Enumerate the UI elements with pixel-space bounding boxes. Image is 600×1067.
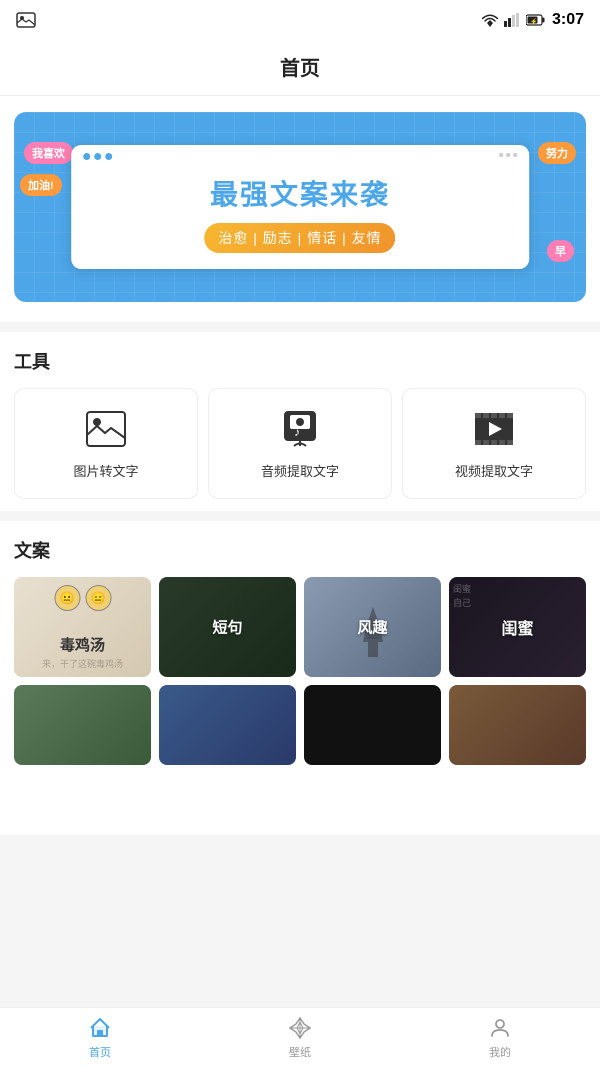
tag-zao: 早 (547, 240, 574, 262)
video-icon (472, 407, 516, 451)
tag-jiayou: 加油! (20, 174, 62, 196)
status-right: ⚡ 3:07 (482, 11, 584, 29)
image-icon (84, 407, 128, 451)
nav-wallpaper-label: 壁纸 (289, 1044, 311, 1060)
user-icon (487, 1015, 513, 1041)
copy-item-row2-4[interactable] (449, 685, 586, 765)
bottom-nav: 首页 壁纸 我的 (0, 1007, 600, 1067)
wifi-icon (482, 13, 498, 27)
copy-item-paris-bg: 风趣 (304, 577, 441, 677)
copy-item-moji-bg: 😐 😑 毒鸡汤 来，干了这碗毒鸡汤 (14, 577, 151, 677)
deco-text-moji: 来，干了这碗毒鸡汤 (18, 658, 147, 671)
tools-section-title: 工具 (14, 348, 586, 374)
svg-text:♪: ♪ (294, 425, 300, 439)
page-header: 首页 (0, 40, 600, 96)
page-title: 首页 (280, 58, 320, 80)
banner-card-menu (499, 153, 517, 157)
status-time: 3:07 (552, 11, 584, 29)
nav-home-label: 首页 (89, 1044, 111, 1060)
svg-text:⚡: ⚡ (530, 18, 537, 26)
tag-xihuan: 我喜欢 (24, 142, 73, 164)
tool-audio2text[interactable]: ♪ 音频提取文字 (208, 388, 392, 499)
copy-item-row2-1[interactable] (14, 685, 151, 765)
copy-item-dujizhuguan[interactable]: 😐 😑 毒鸡汤 来，干了这碗毒鸡汤 (14, 577, 151, 677)
photo-icon (16, 12, 36, 28)
signal-icon (504, 13, 520, 27)
audio-icon: ♪ (278, 407, 322, 451)
banner-sub-text: 治愈 | 励志 | 情话 | 友情 (204, 223, 395, 253)
wallpaper-icon (287, 1015, 313, 1041)
face2: 😑 (85, 585, 111, 611)
tool-img2text[interactable]: 图片转文字 (14, 388, 198, 499)
copy-item-duanju[interactable]: 短句 (159, 577, 296, 677)
nav-wallpaper[interactable]: 壁纸 (200, 1008, 400, 1067)
status-bar: ⚡ 3:07 (0, 0, 600, 40)
tools-grid: 图片转文字 ♪ 音频提取文字 (14, 388, 586, 499)
face1: 😐 (54, 585, 80, 611)
tool-audio2text-label: 音频提取文字 (261, 461, 339, 480)
tool-img2text-label: 图片转文字 (73, 461, 138, 480)
nav-mine-label: 我的 (489, 1044, 511, 1060)
copy-item-fengqu[interactable]: 风趣 (304, 577, 441, 677)
copywriting-section-title: 文案 (14, 537, 586, 563)
home-icon (87, 1015, 113, 1041)
battery-icon: ⚡ (526, 14, 546, 26)
moji-faces: 😐 😑 (54, 585, 111, 611)
guimi-bg-text: 闺蜜自己 (453, 583, 582, 610)
tools-section: 工具 图片转文字 ♪ (0, 332, 600, 511)
banner-card: 最强文案来袭 治愈 | 励志 | 情话 | 友情 (71, 145, 529, 269)
copy-item-dark1-bg: 短句 (159, 577, 296, 677)
banner-container: 我喜欢 加油! 努力 早 最强文案来袭 治愈 | 励志 | 情话 | 友情 (0, 96, 600, 322)
tag-nuli: 努力 (538, 142, 576, 164)
copywriting-section: 文案 😐 😑 毒鸡汤 来，干了这碗毒鸡汤 短句 (0, 521, 600, 835)
copy-item-duanju-label: 短句 (212, 617, 242, 638)
copy-item-guimi-label: 闺蜜 (501, 615, 533, 639)
copy-item-row2-2[interactable] (159, 685, 296, 765)
tool-video2text-label: 视频提取文字 (455, 461, 533, 480)
tool-video2text[interactable]: 视频提取文字 (402, 388, 586, 499)
banner[interactable]: 我喜欢 加油! 努力 早 最强文案来袭 治愈 | 励志 | 情话 | 友情 (14, 112, 586, 302)
nav-home[interactable]: 首页 (0, 1008, 200, 1067)
copy-item-dujizhuguan-label: 毒鸡汤 (14, 634, 151, 655)
banner-card-dots (83, 153, 112, 160)
copy-grid-second (14, 685, 586, 765)
copy-item-fengqu-label: 风趣 (357, 617, 387, 638)
nav-mine[interactable]: 我的 (400, 1008, 600, 1067)
copy-grid: 😐 😑 毒鸡汤 来，干了这碗毒鸡汤 短句 (14, 577, 586, 677)
copy-item-guimi[interactable]: 闺蜜自己 闺蜜 (449, 577, 586, 677)
copy-item-row2-3[interactable] (304, 685, 441, 765)
banner-main-text: 最强文案来袭 (87, 173, 513, 213)
copy-item-guimi-bg: 闺蜜自己 闺蜜 (449, 577, 586, 677)
status-left (16, 12, 36, 28)
